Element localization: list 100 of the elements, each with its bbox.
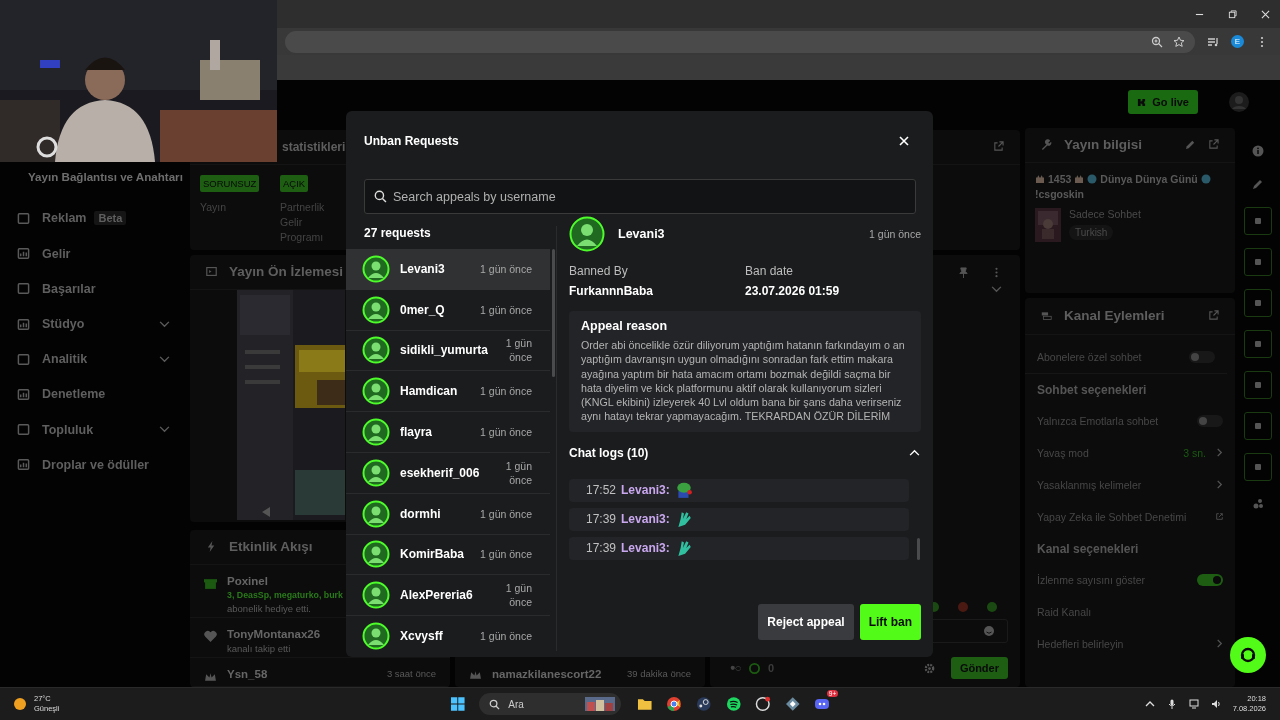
pencil-icon[interactable] bbox=[1185, 139, 1196, 151]
request-item[interactable]: Levani3 1 gün önce bbox=[346, 249, 550, 290]
event-detail: 3, DeasSp, megaturko, burk bbox=[227, 589, 343, 600]
info-icon[interactable] bbox=[1251, 144, 1264, 157]
gift-icon bbox=[204, 576, 217, 590]
taskbar-search[interactable]: Ara bbox=[479, 693, 621, 715]
menu-item-icon bbox=[17, 423, 30, 437]
dots-icon[interactable] bbox=[1251, 497, 1264, 510]
wrench-icon bbox=[1041, 139, 1052, 151]
log-time: 17:39 bbox=[586, 512, 617, 527]
stream-title-text: !csgoskin bbox=[1035, 187, 1084, 200]
event-user: TonyMontanax26 bbox=[227, 627, 321, 640]
request-item[interactable]: Hamdican 1 gün önce bbox=[346, 371, 550, 413]
chat-logs-header[interactable]: Chat logs (10) bbox=[569, 445, 921, 460]
panel-title: Yayın Ön İzlemesi bbox=[229, 264, 344, 280]
pencil-icon[interactable] bbox=[1251, 177, 1264, 190]
request-item[interactable]: dormhi 1 gün önce bbox=[346, 493, 550, 535]
music-app-icon[interactable] bbox=[725, 696, 742, 712]
tool-icon[interactable] bbox=[1252, 215, 1263, 226]
option-label: Yalnızca Emotlarla sohbet bbox=[1037, 414, 1159, 427]
expand-icon[interactable] bbox=[1208, 139, 1219, 151]
toggle-switch[interactable] bbox=[1197, 573, 1223, 586]
tool-icon[interactable] bbox=[1252, 379, 1263, 390]
lift-ban-button[interactable]: Lift ban bbox=[859, 604, 921, 640]
avatar-icon bbox=[362, 622, 390, 651]
message-user: namazkilanescort22 bbox=[492, 667, 602, 680]
external-link-icon[interactable] bbox=[1216, 512, 1223, 522]
request-item[interactable]: AlexPereria6 1 gün önce bbox=[346, 575, 550, 617]
speaker-icon[interactable] bbox=[1210, 699, 1221, 709]
avatar-icon bbox=[362, 458, 390, 487]
tool-icon[interactable] bbox=[1252, 420, 1263, 431]
option-label: Yasaklanmış kelimeler bbox=[1037, 478, 1142, 491]
request-item[interactable]: KomirBaba 1 gün önce bbox=[346, 534, 550, 576]
restore-icon[interactable] bbox=[1228, 9, 1237, 19]
star-icon[interactable] bbox=[1173, 35, 1185, 48]
menu-item-icon bbox=[17, 317, 30, 331]
tool-icon[interactable] bbox=[1252, 297, 1263, 308]
chevron-down-icon[interactable] bbox=[159, 426, 170, 434]
panel-title: statistikleri bbox=[282, 139, 346, 154]
user-name: Levani3 bbox=[618, 227, 665, 241]
chat-app-icon[interactable] bbox=[814, 696, 831, 712]
request-item[interactable]: 0mer_Q 1 gün önce bbox=[346, 289, 550, 331]
tool-icon[interactable] bbox=[1252, 461, 1263, 472]
pin-icon[interactable] bbox=[958, 266, 969, 278]
option-label: Yapay Zeka ile Sohbet Denetimi bbox=[1037, 510, 1187, 523]
browser-icon[interactable] bbox=[666, 696, 683, 712]
globe-icon bbox=[1200, 173, 1211, 184]
search-icon bbox=[489, 698, 501, 710]
heart-icon bbox=[204, 629, 217, 643]
chevron-down-icon[interactable] bbox=[159, 320, 170, 328]
scrollbar[interactable] bbox=[552, 249, 555, 377]
sidebar-heading[interactable]: Yayın Bağlantısı ve Anahtarı bbox=[0, 169, 190, 183]
request-item[interactable]: flayra 1 gün önce bbox=[346, 412, 550, 453]
windows-icon[interactable] bbox=[449, 696, 466, 712]
tool-icon[interactable] bbox=[1252, 256, 1263, 267]
panel-title: Kanal Eylemleri bbox=[1064, 308, 1165, 324]
search-field[interactable]: Search appeals by username bbox=[364, 179, 916, 214]
chevron-right-icon[interactable] bbox=[1216, 480, 1223, 490]
expand-icon[interactable] bbox=[1208, 310, 1219, 322]
tool-icon[interactable] bbox=[1252, 338, 1263, 349]
event-note: abonelik hediye etti. bbox=[227, 602, 311, 614]
profile-avatar[interactable]: E bbox=[1231, 35, 1244, 48]
smiley-icon[interactable] bbox=[983, 625, 995, 638]
log-time: 17:39 bbox=[586, 541, 617, 556]
toggle-switch[interactable] bbox=[1197, 414, 1223, 427]
folder-icon[interactable] bbox=[636, 696, 653, 712]
settings-icon[interactable] bbox=[923, 662, 935, 674]
video-camera-icon bbox=[1041, 310, 1052, 322]
toggle-switch[interactable] bbox=[1189, 350, 1215, 363]
chevron-down-icon[interactable] bbox=[991, 285, 1002, 293]
avatar-icon bbox=[362, 499, 390, 528]
reject-appeal-button[interactable]: Reject appeal bbox=[758, 604, 854, 640]
castle-icon bbox=[1035, 173, 1045, 184]
emote-icon[interactable] bbox=[986, 601, 998, 614]
status-caption: Yayın bbox=[200, 199, 228, 215]
network-icon[interactable] bbox=[1188, 699, 1199, 709]
category-name: Sadece Sohbet bbox=[1069, 207, 1141, 220]
request-item[interactable]: esekherif_006 1 gün önce bbox=[346, 453, 550, 494]
option-label: Yavaş mod bbox=[1037, 446, 1089, 459]
user-avatar-icon[interactable] bbox=[1228, 91, 1250, 114]
app-icon[interactable] bbox=[755, 696, 771, 712]
microphone-icon[interactable] bbox=[1166, 699, 1177, 709]
status-caption: Partnerlik Gelir Programı bbox=[280, 199, 326, 245]
close-icon[interactable] bbox=[1261, 9, 1270, 19]
chevron-right-icon[interactable] bbox=[1216, 448, 1223, 458]
log-user: Levani3: bbox=[621, 483, 670, 498]
panel-title: Yayın bilgisi bbox=[1064, 137, 1143, 153]
app-icon[interactable] bbox=[784, 696, 801, 712]
expand-icon[interactable] bbox=[993, 141, 1004, 153]
globe-icon bbox=[1087, 173, 1098, 184]
request-item[interactable]: sidikli_yumurta 1 gün önce bbox=[346, 330, 550, 372]
media-icon[interactable] bbox=[1207, 35, 1219, 48]
frog-emote-icon bbox=[674, 481, 693, 500]
section-heading: Kanal seçenekleri bbox=[1036, 540, 1140, 558]
zoom-icon[interactable] bbox=[1151, 35, 1163, 48]
request-item[interactable]: Xcvysff 1 gün önce bbox=[346, 616, 550, 651]
chevron-right-icon[interactable] bbox=[1216, 639, 1223, 649]
chevron-down-icon[interactable] bbox=[159, 355, 170, 363]
scrollbar[interactable] bbox=[917, 537, 920, 560]
chevron-up-icon[interactable] bbox=[1144, 699, 1155, 709]
